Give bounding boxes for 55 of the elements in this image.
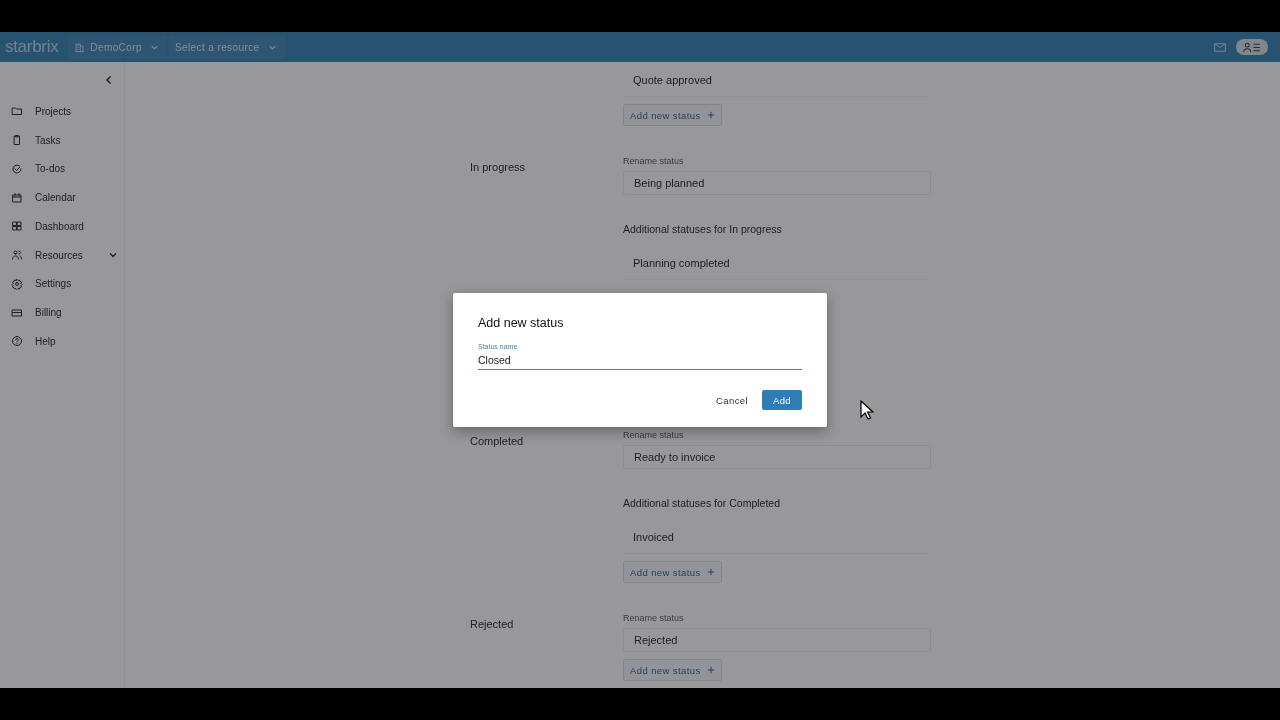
sidebar-item-icon [11,162,23,175]
status-item[interactable]: Quote approved [623,63,929,97]
sidebar-item-icon [11,191,23,204]
status-group-label: In progress [470,161,526,173]
sidebar-item-label: Calendar [35,192,77,204]
additional-statuses-heading: Additional statuses for In progress [623,222,782,237]
sidebar-item-icon [11,220,23,233]
sidebar-item-label: Resources [35,249,84,261]
rename-status-field[interactable]: Being planned [623,171,931,195]
mouse-cursor-icon [860,400,874,420]
plus-icon [706,568,715,576]
sidebar-item-label: Tasks [35,134,62,146]
building-icon [74,41,86,53]
rename-status-field[interactable]: Ready to invoice [623,445,931,469]
sidebar-item[interactable]: Dashboard [0,212,124,241]
status-group-label: Rejected [470,618,514,630]
user-menu-button[interactable] [1236,39,1268,55]
sidebar-item[interactable]: Billing [0,298,124,327]
sidebar-item-label: Dashboard [35,220,85,232]
add-status-button[interactable]: Add new status [623,561,722,583]
status-item[interactable]: Planning completed [623,246,929,280]
sidebar-item-icon [11,249,23,262]
sidebar-item-icon [11,134,23,147]
status-group-label: Completed [470,435,524,447]
sidebar-item-label: Billing [35,307,63,319]
plus-icon [706,111,715,119]
sidebar-item[interactable]: Help [0,327,124,356]
sidebar-item-label: Projects [35,105,73,117]
sidebar-item-icon [11,277,23,290]
plus-icon [706,666,715,674]
sidebar-item-label: Settings [35,278,73,290]
sidebar-item-label: To-dos [35,163,66,175]
field-label: Rename status [623,612,684,624]
sidebar-item[interactable]: Tasks [0,125,124,155]
cancel-button[interactable]: Cancel [712,390,752,410]
sidebar-item-label: Help [35,335,57,347]
status-item[interactable]: Invoiced [623,520,929,554]
field-label: Rename status [623,429,684,441]
sidebar-item-icon [11,335,23,348]
add-status-button[interactable]: Add new status [623,659,722,681]
rename-status-field[interactable]: Rejected [623,628,931,652]
additional-statuses-heading: Additional statuses for Completed [623,496,780,511]
sidebar-item[interactable]: Settings [0,269,124,299]
sidebar-item[interactable]: Calendar [0,183,124,212]
dialog-title: Add new status [478,315,564,331]
field-label: Rename status [623,155,684,167]
sidebar-item[interactable]: To-dos [0,154,124,184]
sidebar-item-icon [11,306,23,319]
add-status-button[interactable]: Add new status [623,104,722,126]
sidebar-item-icon [11,105,23,118]
add-button[interactable]: Add [762,390,802,410]
sidebar-item[interactable]: Resources [0,240,124,270]
user-menu-icon [1242,41,1262,53]
collapse-sidebar-icon[interactable] [104,74,114,85]
sidebar-item[interactable]: Projects [0,97,124,126]
